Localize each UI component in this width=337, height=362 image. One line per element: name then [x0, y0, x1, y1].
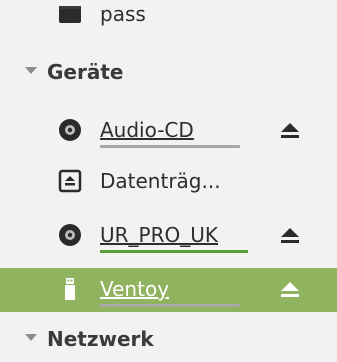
section-header-devices[interactable]: Geräte	[0, 51, 337, 95]
sidebar-item-audio-cd[interactable]: Audio-CD	[0, 109, 337, 153]
sidebar-item-label: UR_PRO_UK	[100, 223, 218, 247]
sidebar-item-drive[interactable]: Datenträg...	[0, 160, 337, 204]
section-header-label: Netzwerk	[47, 327, 154, 351]
section-header-label: Geräte	[47, 60, 124, 84]
optical-disc-icon	[58, 118, 82, 142]
usb-stick-icon	[58, 277, 82, 301]
sidebar-item-ur-pro-uk[interactable]: UR_PRO_UK	[0, 214, 337, 258]
folder-icon	[58, 2, 82, 26]
eject-icon[interactable]	[279, 224, 301, 246]
sidebar-item-label: pass	[100, 2, 146, 26]
eject-icon[interactable]	[279, 119, 301, 141]
disk-usage-bar	[100, 250, 248, 253]
optical-disc-icon	[58, 223, 82, 247]
places-sidebar: pass Geräte Audio-CD Datenträg... UR_PRO…	[0, 0, 337, 361]
chevron-down-icon[interactable]	[25, 67, 37, 74]
eject-icon[interactable]	[279, 278, 301, 300]
sidebar-item-ventoy[interactable]: Ventoy	[0, 268, 337, 312]
sidebar-item-label: Datenträg...	[100, 169, 221, 193]
disk-usage-bar	[100, 304, 240, 307]
disk-usage-bar	[100, 145, 240, 148]
sidebar-item-pass[interactable]: pass	[0, 0, 337, 37]
sidebar-item-label: Audio-CD	[100, 118, 194, 142]
chevron-down-icon[interactable]	[25, 334, 37, 341]
section-header-network[interactable]: Netzwerk	[0, 318, 337, 362]
sidebar-item-label: Ventoy	[100, 277, 170, 301]
disk-usage-fill	[100, 250, 248, 253]
drive-icon	[58, 169, 82, 193]
